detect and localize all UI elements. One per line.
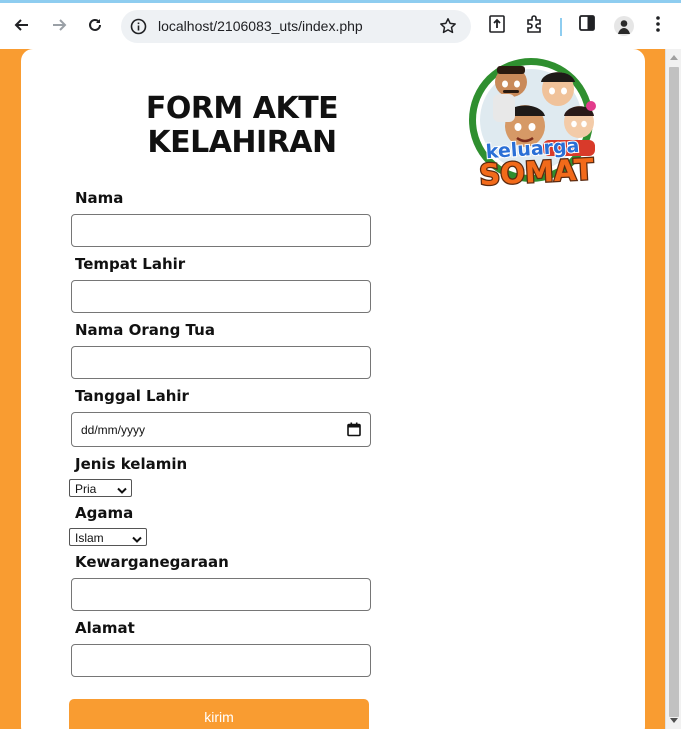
- reload-icon[interactable]: [83, 13, 107, 37]
- page-title: FORM AKTE KELAHIRAN: [107, 92, 377, 160]
- agama-select[interactable]: Islam: [69, 528, 147, 546]
- forward-arrow-icon[interactable]: [47, 13, 71, 37]
- address-bar[interactable]: localhost/2106083_uts/index.php: [121, 10, 471, 43]
- toolbar-separator: [560, 18, 562, 36]
- logo-text-bottom: SOMAT: [478, 152, 594, 189]
- scrollbar-thumb[interactable]: [669, 67, 679, 717]
- star-icon[interactable]: [439, 17, 457, 40]
- puzzle-icon[interactable]: [525, 15, 543, 38]
- nama-orang-tua-input[interactable]: [71, 346, 371, 379]
- extension-upload-icon[interactable]: [489, 15, 505, 38]
- back-arrow-icon[interactable]: [10, 13, 34, 37]
- tanggal-lahir-label: Tanggal Lahir: [75, 387, 189, 405]
- agama-value: Islam: [75, 531, 104, 545]
- date-placeholder: dd/mm/yyyy: [81, 423, 146, 437]
- nama-label: Nama: [75, 189, 124, 207]
- kewarganegaraan-label: Kewarganegaraan: [75, 553, 229, 571]
- kirim-button[interactable]: kirim: [69, 699, 369, 729]
- alamat-input[interactable]: [71, 644, 371, 677]
- browser-toolbar: localhost/2106083_uts/index.php: [0, 0, 681, 49]
- form-card: FORM AKTE KELAHIRAN keluarga SOMAT Nama …: [21, 49, 645, 729]
- nama-orang-tua-label: Nama Orang Tua: [75, 321, 215, 339]
- alamat-label: Alamat: [75, 619, 135, 637]
- scroll-up-arrow[interactable]: [670, 55, 678, 60]
- jenis-kelamin-value: Pria: [75, 482, 97, 496]
- kewarganegaraan-input[interactable]: [71, 578, 371, 611]
- jenis-kelamin-label: Jenis kelamin: [75, 455, 188, 473]
- info-icon[interactable]: [130, 18, 147, 40]
- kebab-menu-icon[interactable]: [655, 15, 661, 38]
- tempat-lahir-input[interactable]: [71, 280, 371, 313]
- chevron-down-icon: [132, 533, 142, 547]
- jenis-kelamin-select[interactable]: Pria: [69, 479, 132, 497]
- sidebar-icon[interactable]: [579, 15, 595, 36]
- tanggal-lahir-input[interactable]: dd/mm/yyyy: [71, 412, 371, 447]
- chevron-down-icon: [117, 484, 127, 498]
- calendar-icon[interactable]: [347, 422, 361, 442]
- scroll-down-arrow[interactable]: [670, 718, 678, 723]
- scrollbar[interactable]: [665, 49, 681, 729]
- profile-avatar[interactable]: [614, 16, 634, 41]
- agama-label: Agama: [75, 504, 134, 522]
- nama-input[interactable]: [71, 214, 371, 247]
- keluarga-somat-logo: keluarga SOMAT: [469, 58, 596, 189]
- title-line-1: FORM AKTE: [145, 91, 339, 126]
- tempat-lahir-label: Tempat Lahir: [75, 255, 186, 273]
- title-line-2: KELAHIRAN: [147, 125, 337, 160]
- url-text[interactable]: localhost/2106083_uts/index.php: [158, 18, 363, 34]
